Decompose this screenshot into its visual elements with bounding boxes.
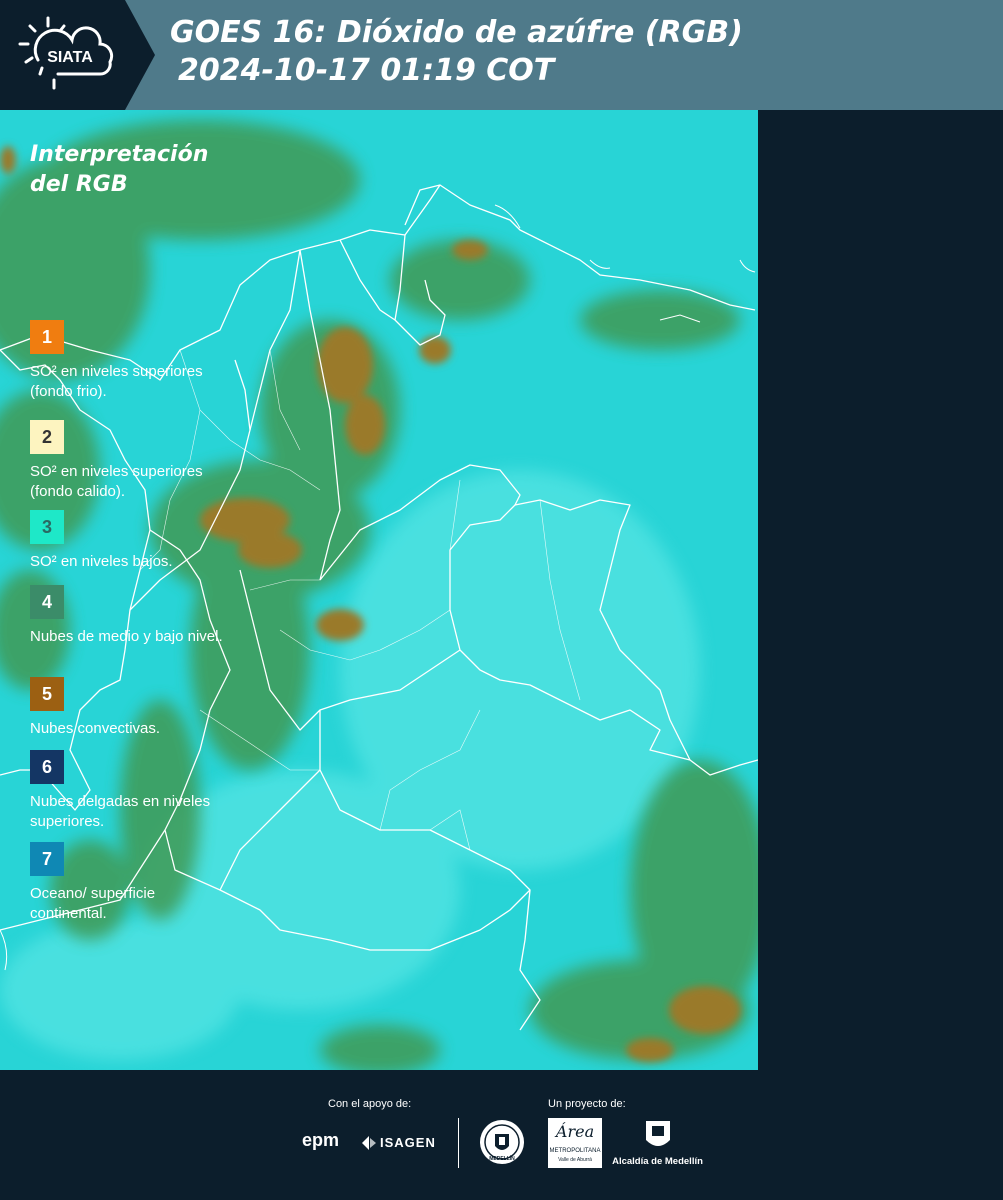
- legend-swatch-7: 7: [30, 842, 64, 876]
- isagen-mark-icon: [362, 1136, 376, 1150]
- siata-logo[interactable]: SIATA: [0, 0, 155, 110]
- legend-item-2: 2 SO² en niveles superiores (fondo calid…: [30, 420, 235, 502]
- title-line-product: GOES 16: Dióxido de azúfre (RGB): [170, 15, 743, 50]
- legend-swatch-6: 6: [30, 750, 64, 784]
- legend-swatch-1: 1: [30, 320, 64, 354]
- legend-title: Interpretación del RGB: [30, 142, 209, 197]
- alcaldia-logo-text: Alcaldía de Medellín: [612, 1156, 703, 1167]
- medellin-seal-logo[interactable]: MEDELLÍN: [478, 1118, 526, 1166]
- siata-logo-text: SIATA: [47, 49, 93, 66]
- isagen-logo-text: ISAGEN: [380, 1135, 436, 1150]
- legend-swatch-3: 3: [30, 510, 64, 544]
- legend-item-7: 7 Oceano/ superficie continental.: [30, 842, 235, 924]
- area-metropolitana-logo[interactable]: Área METROPOLITANA Valle de Aburrá: [548, 1118, 602, 1168]
- epm-logo[interactable]: epm: [302, 1130, 339, 1151]
- legend-label-7: Oceano/ superficie continental.: [30, 885, 156, 922]
- legend-swatch-5: 5: [30, 677, 64, 711]
- legend-swatch-4: 4: [30, 585, 64, 619]
- page-title: GOES 16: Dióxido de azúfre (RGB) 2024-10…: [170, 14, 743, 90]
- legend-label-1: SO² en niveles superiores (fondo frio).: [30, 363, 203, 400]
- seal-text: MEDELLÍN: [489, 1156, 515, 1162]
- area-logo-sub2: Valle de Aburrá: [558, 1157, 592, 1163]
- legend-item-4: 4 Nubes de medio y bajo nivel.: [30, 585, 235, 647]
- area-logo-sub1: METROPOLITANA: [549, 1148, 601, 1154]
- footer-divider: [458, 1118, 459, 1168]
- area-logo-text: Área: [555, 1122, 595, 1141]
- legend-label-6: Nubes delgadas en niveles superiores.: [30, 793, 211, 830]
- title-line-datetime: 2024-10-17 01:19 COT: [178, 53, 555, 88]
- legend-item-5: 5 Nubes convectivas.: [30, 677, 235, 739]
- legend-label-5: Nubes convectivas.: [30, 720, 161, 737]
- legend-label-2: SO² en niveles superiores (fondo calido)…: [30, 463, 203, 500]
- header-bar: SIATA GOES 16: Dióxido de azúfre (RGB) 2…: [0, 0, 1003, 110]
- legend-label-3: SO² en niveles bajos.: [30, 553, 173, 570]
- legend-item-1: 1 SO² en niveles superiores (fondo frio)…: [30, 320, 235, 402]
- project-label: Un proyecto de:: [548, 1098, 626, 1110]
- footer: Con el apoyo de: Un proyecto de: epm ISA…: [0, 1070, 1003, 1200]
- alcaldia-shield-icon: [646, 1121, 670, 1146]
- legend-label-4: Nubes de medio y bajo nivel.: [30, 628, 223, 645]
- legend-item-3: 3 SO² en niveles bajos.: [30, 510, 235, 572]
- legend-item-6: 6 Nubes delgadas en niveles superiores.: [30, 750, 235, 832]
- isagen-logo[interactable]: ISAGEN: [360, 1132, 440, 1156]
- legend-panel: [758, 110, 1003, 1070]
- alcaldia-medellin-logo[interactable]: Alcaldía de Medellín: [610, 1118, 705, 1170]
- legend-swatch-2: 2: [30, 420, 64, 454]
- support-label: Con el apoyo de:: [328, 1098, 412, 1110]
